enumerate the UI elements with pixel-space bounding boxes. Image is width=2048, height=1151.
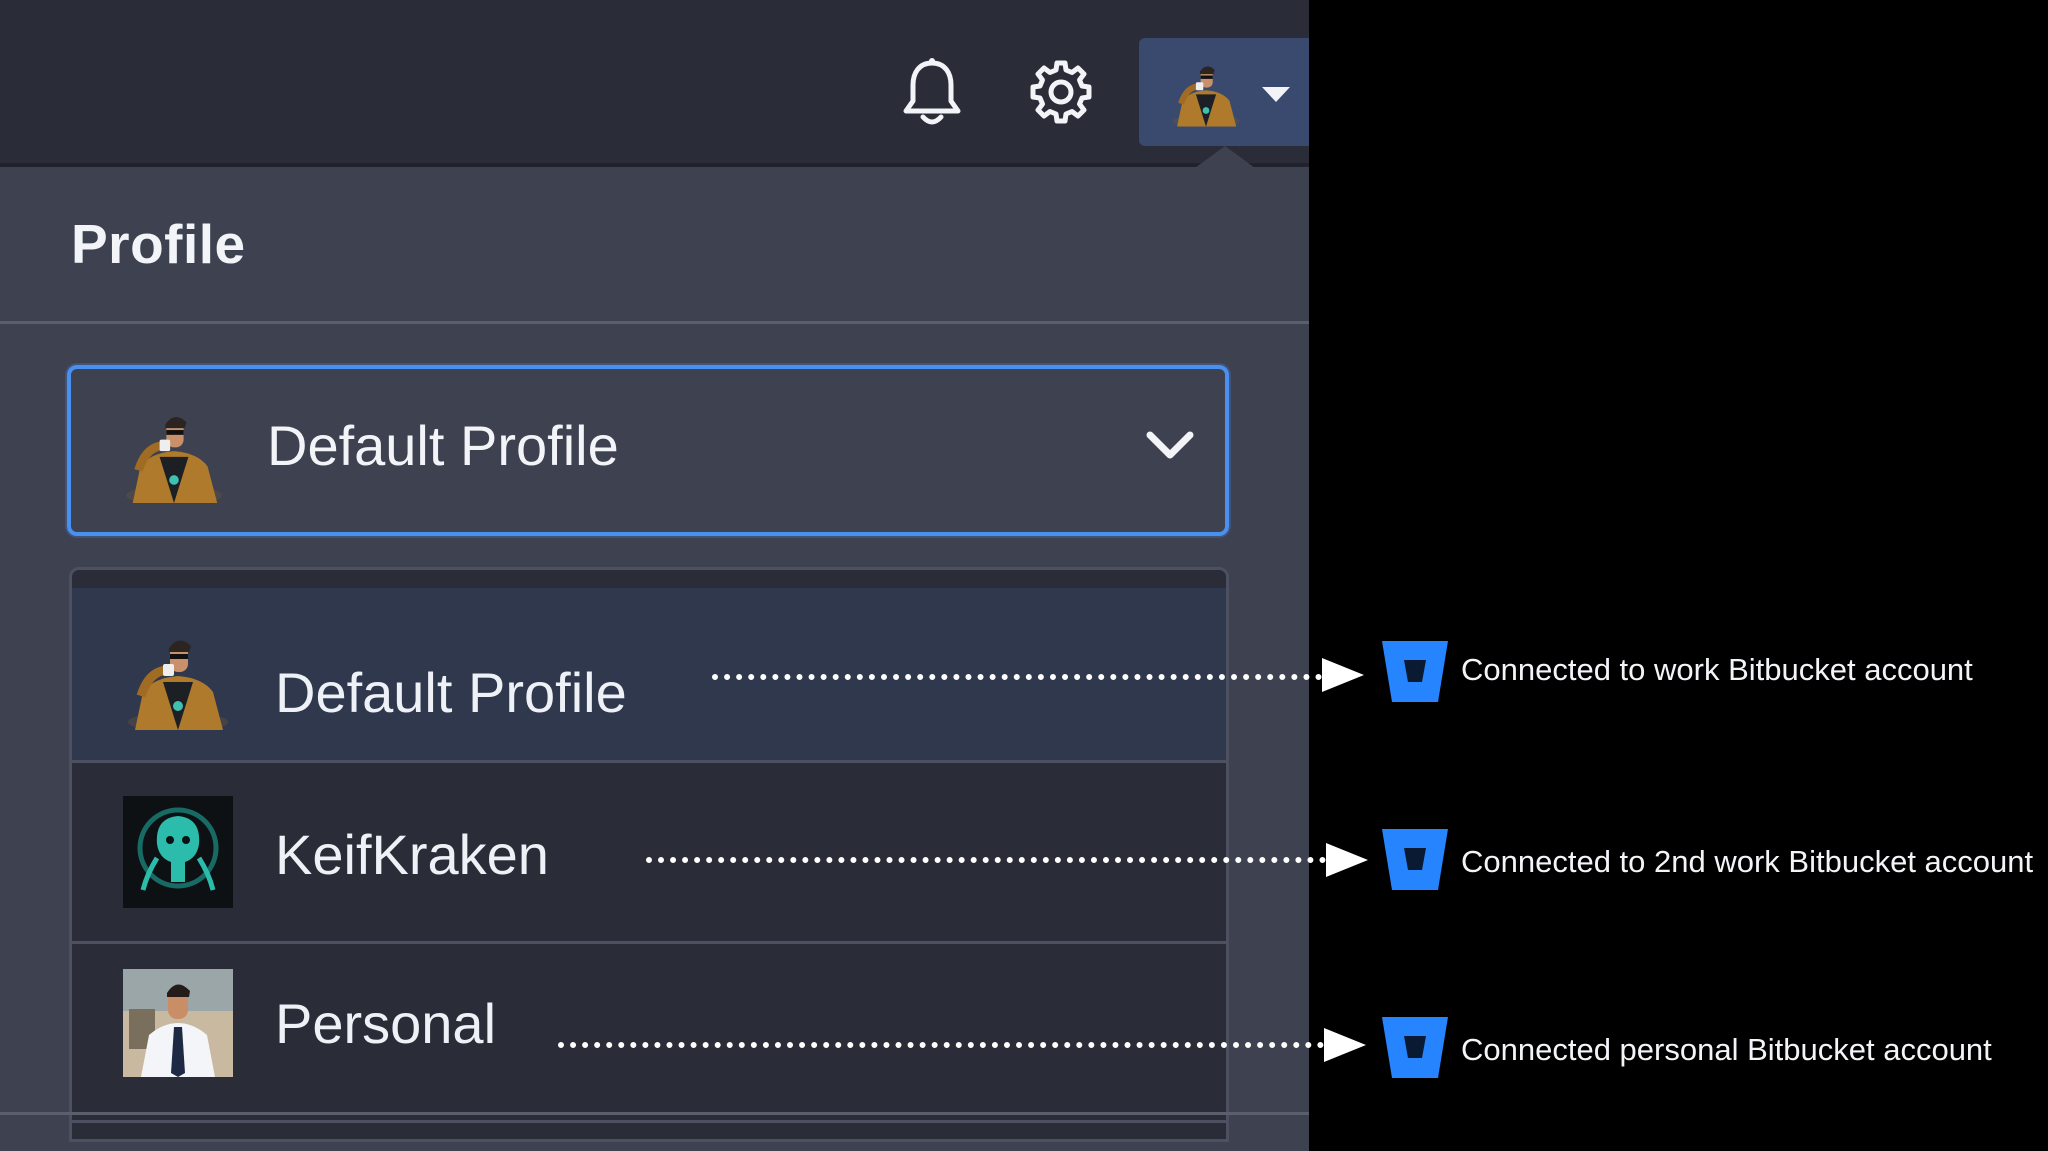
- annotation-work: Connected to work Bitbucket account: [1461, 652, 1973, 687]
- bitbucket-icon: [1380, 1014, 1450, 1080]
- arrow-icon: [1324, 1028, 1366, 1062]
- profile-select[interactable]: Default Profile: [67, 365, 1229, 536]
- annotation-2nd-work: Connected to 2nd work Bitbucket account: [1461, 844, 2034, 879]
- chevron-down-icon: [1146, 431, 1194, 459]
- account-menu-button[interactable]: [1139, 38, 1309, 146]
- top-bar: [0, 0, 1309, 167]
- arrow-icon: [1322, 658, 1364, 692]
- caret-down-icon: [1262, 87, 1290, 102]
- bitbucket-icon: [1380, 826, 1450, 892]
- profile-option-personal[interactable]: Personal: [72, 947, 1226, 1123]
- dotted-connector: [646, 857, 1326, 869]
- profile-dropdown-menu: Default Profile KeifKraken Personal: [69, 567, 1229, 1142]
- gear-icon[interactable]: [1026, 55, 1096, 129]
- menu-pointer: [1195, 146, 1255, 168]
- page-title: Profile: [71, 213, 246, 275]
- arrow-icon: [1326, 843, 1368, 877]
- dotted-connector: [712, 674, 1322, 686]
- gitkraken-logo-avatar: [123, 796, 233, 908]
- app-window: Profile Default Profile Default Profile …: [0, 0, 1309, 1151]
- profile-option-label: KeifKraken: [275, 823, 549, 886]
- default-profile-avatar: [123, 628, 233, 732]
- profile-option-keifkraken[interactable]: KeifKraken: [72, 766, 1226, 944]
- divider: [0, 321, 1309, 324]
- bitbucket-icon: [1380, 638, 1450, 704]
- selected-profile-avatar: [115, 407, 233, 503]
- bell-icon[interactable]: [897, 55, 967, 129]
- dotted-connector: [558, 1042, 1324, 1054]
- annotation-personal: Connected personal Bitbucket account: [1461, 1032, 1992, 1067]
- divider: [0, 1112, 1309, 1115]
- profile-option-label: Personal: [275, 992, 497, 1055]
- selected-profile-label: Default Profile: [267, 414, 619, 477]
- user-avatar: [1169, 56, 1243, 130]
- personal-profile-avatar: [123, 969, 233, 1077]
- profile-option-label: Default Profile: [275, 661, 627, 724]
